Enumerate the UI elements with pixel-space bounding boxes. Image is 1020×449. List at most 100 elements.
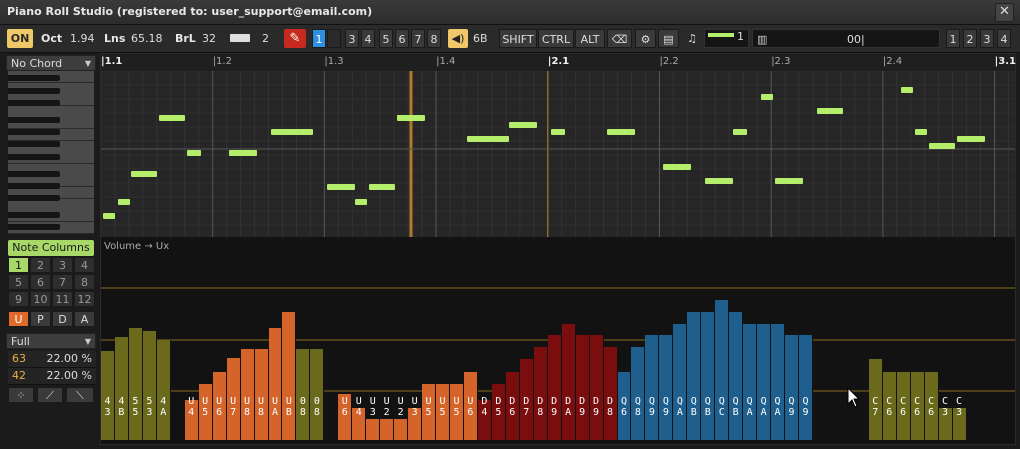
volume-column[interactable]: D8 bbox=[603, 347, 618, 440]
volume-column[interactable]: C7 bbox=[868, 359, 883, 440]
num-btn-4[interactable]: 4 bbox=[361, 29, 375, 48]
volume-column[interactable]: Q9 bbox=[645, 335, 660, 440]
volume-column[interactable]: Q8 bbox=[631, 347, 646, 440]
volume-column[interactable]: U6 bbox=[212, 372, 227, 440]
note[interactable] bbox=[733, 129, 747, 135]
notes-grid[interactable] bbox=[101, 71, 1015, 237]
note-column-9[interactable]: 9 bbox=[8, 291, 29, 307]
piano-keys[interactable] bbox=[8, 71, 94, 234]
piano-black-key[interactable] bbox=[8, 171, 60, 177]
volume-column[interactable]: U8 bbox=[254, 349, 269, 440]
note[interactable] bbox=[607, 129, 635, 135]
alt-button[interactable]: ALT bbox=[575, 29, 605, 48]
volume-column[interactable]: Q9 bbox=[799, 335, 813, 440]
num-btn-5[interactable]: 5 bbox=[379, 29, 393, 48]
lns-value[interactable]: 65.18 bbox=[131, 29, 163, 48]
volume-column[interactable]: UB bbox=[282, 312, 297, 440]
piano-black-key[interactable] bbox=[8, 224, 60, 230]
volume-column[interactable]: D9 bbox=[589, 335, 604, 440]
line-down-icon[interactable]: ⟍ bbox=[66, 387, 94, 403]
note[interactable] bbox=[369, 184, 395, 190]
volume-column[interactable]: U5 bbox=[422, 384, 437, 440]
pencil-icon[interactable]: ✎ bbox=[284, 29, 306, 48]
volume-column[interactable]: C6 bbox=[924, 372, 939, 440]
volume-column[interactable]: C6 bbox=[910, 372, 925, 440]
range-dropdown[interactable]: Full ▼ bbox=[6, 333, 96, 349]
volume-column[interactable]: D9 bbox=[547, 335, 562, 440]
note[interactable] bbox=[663, 164, 691, 170]
piano-black-key[interactable] bbox=[8, 75, 60, 81]
piano-roll[interactable]: |1.1 |1.2 |1.3 |1.4 |2.1 |2.2 |2.3 |2.4 |3.1 Vol… bbox=[100, 53, 1016, 445]
volume-column[interactable]: C3 bbox=[938, 397, 953, 440]
piano-black-key[interactable] bbox=[8, 154, 60, 160]
note-column-5[interactable]: 5 bbox=[8, 274, 29, 290]
note-column-1[interactable]: 1 bbox=[8, 257, 29, 273]
note[interactable] bbox=[397, 115, 425, 121]
dots-icon[interactable]: ⁘ bbox=[8, 387, 34, 403]
value-row[interactable]: 42 22.00 % bbox=[8, 368, 96, 385]
volume-column[interactable]: QB bbox=[687, 312, 702, 440]
volume-lane[interactable]: Volume → Ux 434B55534AU4U5U6U7U8U8UAUB08… bbox=[101, 238, 1015, 444]
note[interactable] bbox=[103, 213, 115, 219]
note[interactable] bbox=[817, 108, 843, 114]
volume-column[interactable]: D5 bbox=[491, 384, 506, 440]
volume-column[interactable]: UA bbox=[268, 328, 283, 440]
note-column-6[interactable]: 6 bbox=[30, 274, 51, 290]
note[interactable] bbox=[901, 87, 913, 93]
note[interactable] bbox=[327, 184, 355, 190]
volume-column[interactable]: DA bbox=[561, 324, 576, 440]
note[interactable] bbox=[159, 115, 185, 121]
volume-column[interactable]: D7 bbox=[519, 359, 534, 440]
volume-column[interactable]: C3 bbox=[952, 397, 967, 440]
note[interactable] bbox=[118, 199, 130, 205]
volume-column[interactable]: 53 bbox=[142, 331, 157, 440]
volume-column[interactable]: QB bbox=[701, 312, 716, 440]
volume-column[interactable]: Q9 bbox=[659, 335, 674, 440]
on-toggle[interactable]: ON bbox=[7, 29, 33, 48]
volume-column[interactable]: QA bbox=[771, 324, 786, 440]
note-column-10[interactable]: 10 bbox=[30, 291, 51, 307]
note[interactable] bbox=[131, 171, 157, 177]
track-btn-4[interactable]: 4 bbox=[997, 29, 1011, 48]
note[interactable] bbox=[551, 129, 565, 135]
volume-column[interactable]: U2 bbox=[394, 397, 409, 440]
volume-column[interactable]: 43 bbox=[101, 351, 115, 440]
mode-button-u[interactable]: U bbox=[8, 311, 29, 327]
note[interactable] bbox=[915, 129, 927, 135]
volume-column[interactable]: 08 bbox=[296, 349, 311, 440]
note-column-12[interactable]: 12 bbox=[74, 291, 95, 307]
metronome-icon[interactable]: ♫ bbox=[682, 29, 702, 48]
ctrl-button[interactable]: CTRL bbox=[538, 29, 574, 48]
brl-value[interactable]: 32 bbox=[202, 29, 216, 48]
piano-black-key[interactable] bbox=[8, 88, 60, 94]
volume-column[interactable]: D6 bbox=[505, 372, 520, 440]
step-value[interactable]: 2 bbox=[262, 29, 269, 48]
volume-column[interactable]: 55 bbox=[128, 328, 143, 440]
note-columns-button[interactable]: Note Columns bbox=[8, 240, 94, 256]
piano-black-key[interactable] bbox=[8, 100, 60, 106]
volume-column[interactable]: 4B bbox=[114, 337, 129, 440]
volume-column[interactable]: 08 bbox=[310, 349, 325, 440]
gear-icon[interactable]: ⚙ bbox=[635, 29, 656, 48]
mode-button-d[interactable]: D bbox=[52, 311, 73, 327]
timeline-ruler[interactable]: |1.1 |1.2 |1.3 |1.4 |2.1 |2.2 |2.3 |2.4 |3.1 bbox=[101, 54, 1016, 72]
volume-column[interactable]: U8 bbox=[240, 349, 255, 440]
note[interactable] bbox=[467, 136, 509, 142]
volume-column[interactable]: U3 bbox=[366, 397, 381, 440]
note[interactable] bbox=[929, 143, 955, 149]
volume-column[interactable]: U2 bbox=[380, 397, 395, 440]
num-btn-6[interactable]: 6 bbox=[395, 29, 409, 48]
volume-column[interactable]: U4 bbox=[352, 397, 367, 440]
speaker-icon[interactable]: ◀) bbox=[448, 29, 468, 48]
num-btn-7[interactable]: 7 bbox=[411, 29, 425, 48]
volume-column[interactable]: D8 bbox=[533, 347, 548, 440]
volume-column[interactable]: QC bbox=[715, 300, 730, 440]
note-column-4[interactable]: 4 bbox=[74, 257, 95, 273]
volume-column[interactable]: QA bbox=[743, 324, 758, 440]
piano-black-key[interactable] bbox=[8, 195, 60, 201]
eraser-icon[interactable]: ⌫ bbox=[607, 29, 632, 48]
piano-black-key[interactable] bbox=[8, 129, 60, 135]
speaker-value[interactable]: 6B bbox=[473, 29, 488, 48]
note-column-2[interactable]: 2 bbox=[30, 257, 51, 273]
oct-value[interactable]: 1.94 bbox=[70, 29, 95, 48]
